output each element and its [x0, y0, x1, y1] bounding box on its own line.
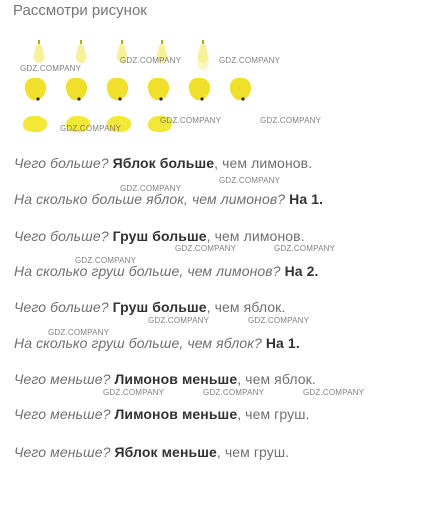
qa-line-9: Чего меньше? Яблок меньше, чем груш. — [14, 444, 289, 460]
question: Чего больше? — [14, 299, 109, 315]
watermark: GDZ.COMPANY — [60, 124, 122, 133]
question: Чего меньше? — [14, 444, 111, 460]
apple-icon — [147, 77, 170, 101]
apple-icon — [65, 77, 88, 101]
qa-line-5: Чего больше? Груш больше, чем яблок. — [14, 299, 285, 315]
qa-line-3: Чего больше? Груш больше, чем лимонов. — [14, 228, 305, 244]
answer: На 2. — [284, 263, 319, 279]
watermark: GDZ.COMPANY — [148, 316, 210, 325]
watermark: GDZ.COMPANY — [219, 56, 281, 65]
answer-rest: , чем груш. — [237, 406, 310, 422]
question: На сколько груш больше, чем яблок? — [14, 335, 262, 351]
question: На сколько груш больше, чем лимонов? — [14, 263, 281, 279]
watermark: GDZ.COMPANY — [160, 116, 222, 125]
fruit-illustration — [0, 30, 300, 150]
answer-rest: , чем яблок. — [237, 371, 316, 387]
apple-icon — [229, 77, 252, 101]
answer: Яблок меньше — [114, 444, 217, 460]
answer: На 1. — [265, 335, 300, 351]
qa-line-4: На сколько груш больше, чем лимонов? На … — [14, 263, 319, 279]
answer: Яблок больше — [112, 155, 215, 171]
pear-icon — [197, 56, 209, 70]
pear-icon — [75, 40, 87, 63]
watermark: GDZ.COMPANY — [219, 176, 281, 185]
answer: Груш больше — [112, 228, 207, 244]
answer-rest: , чем лимонов. — [206, 228, 305, 244]
question: На сколько больше яблок, чем лимонов? — [14, 191, 286, 207]
qa-line-6: На сколько груш больше, чем яблок? На 1. — [14, 335, 300, 351]
apple-icon — [24, 77, 47, 101]
answer-rest: , чем груш. — [216, 444, 290, 460]
question: Чего меньше? — [14, 406, 111, 422]
answer: Лимонов меньше — [114, 371, 238, 387]
qa-line-8: Чего меньше? Лимонов меньше, чем груш. — [14, 406, 310, 422]
question: Чего больше? — [14, 155, 109, 171]
answer: На 1. — [289, 191, 324, 207]
watermark: GDZ.COMPANY — [203, 388, 265, 397]
watermark: GDZ.COMPANY — [248, 316, 310, 325]
watermark: GDZ.COMPANY — [175, 244, 237, 253]
qa-line-7: Чего меньше? Лимонов меньше, чем яблок. — [14, 371, 316, 387]
page-title: Рассмотри рисунок — [13, 2, 147, 19]
watermark: GDZ.COMPANY — [120, 56, 182, 65]
watermark: GDZ.COMPANY — [103, 388, 165, 397]
watermark: GDZ.COMPANY — [303, 388, 365, 397]
apple-icon — [188, 77, 211, 101]
question: Чего меньше? — [14, 371, 111, 387]
answer: Груш больше — [112, 299, 207, 315]
lemon-icon — [23, 115, 48, 133]
watermark: GDZ.COMPANY — [20, 64, 82, 73]
qa-line-2: На сколько больше яблок, чем лимонов? На… — [14, 191, 323, 207]
question: Чего больше? — [14, 228, 109, 244]
watermark: GDZ.COMPANY — [274, 244, 336, 253]
apple-icon — [106, 77, 129, 101]
answer-rest: , чем яблок. — [206, 299, 286, 315]
watermark: GDZ.COMPANY — [260, 116, 322, 125]
answer-rest: , чем лимонов. — [214, 155, 313, 171]
pear-icon — [33, 40, 45, 63]
qa-line-1: Чего больше? Яблок больше, чем лимонов. — [14, 155, 312, 171]
answer: Лимонов меньше — [114, 406, 238, 422]
